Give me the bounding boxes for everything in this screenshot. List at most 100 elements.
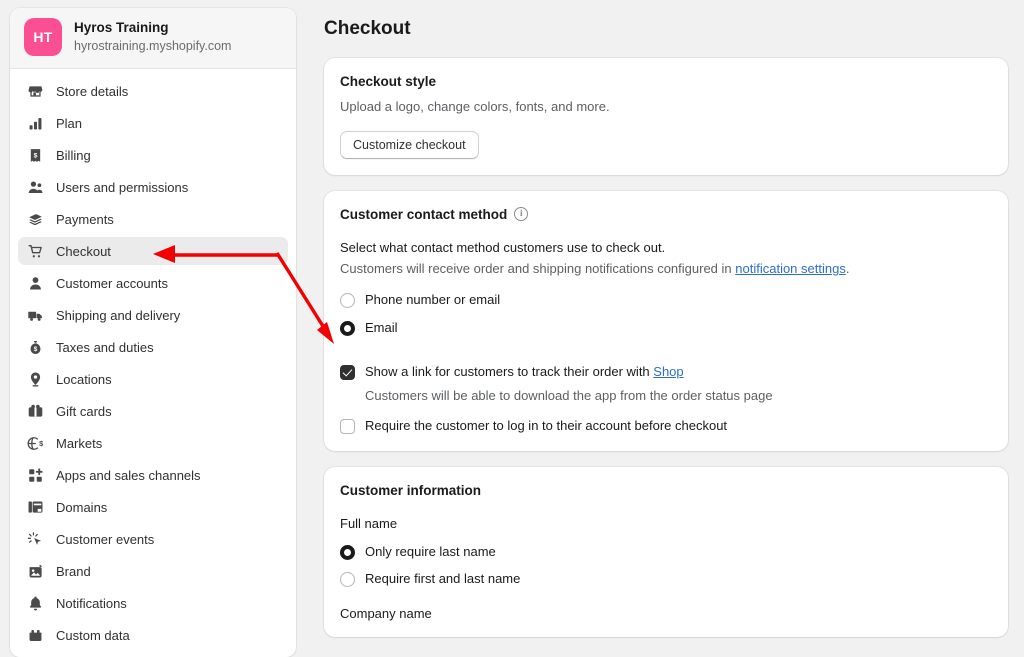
plan-icon [26,114,44,132]
billing-icon: $ [26,146,44,164]
cart-icon [26,242,44,260]
notification-settings-link[interactable]: notification settings [735,261,846,276]
sidebar-item-label: Apps and sales channels [56,467,201,483]
page-title: Checkout [324,18,411,39]
sidebar-item-customer-accounts[interactable]: Customer accounts [18,269,288,297]
store-icon [26,82,44,100]
store-domain: hyrostraining.myshopify.com [74,38,232,53]
sidebar-item-label: Shipping and delivery [56,307,181,323]
radio-first-and-last-name-label: Require first and last name [365,571,521,587]
globe-icon: $ [26,434,44,452]
radio-phone-or-email-indicator[interactable] [340,292,355,308]
sidebar-item-label: Domains [56,499,108,515]
checkbox-require-login[interactable]: Require the customer to log in to their … [340,418,992,435]
customer-information-title: Customer information [340,482,482,498]
main-content: Checkout Checkout style Upload a logo, c… [306,0,1024,657]
note-prefix: Customers will receive order and shippin… [340,261,736,277]
sidebar-item-label: Checkout [56,243,111,259]
sidebar-item-label: Payments [56,211,114,227]
sidebar-item-label: Locations [56,371,112,387]
sidebar-item-markets[interactable]: $ Markets [18,429,288,457]
sidebar-card: HT Hyros Training hyrostraining.myshopif… [10,8,296,657]
brand-image-icon [26,562,44,580]
sidebar-nav: Store details Plan $ Billing Users and p… [10,69,296,649]
checkout-style-card: Checkout style Upload a logo, change col… [324,58,1008,175]
store-name: Hyros Training [74,20,169,36]
location-pin-icon [26,370,44,388]
checkbox-require-login-indicator[interactable] [340,418,355,434]
sidebar-item-gift-cards[interactable]: Gift cards [18,397,288,425]
payments-icon [26,210,44,228]
checkbox-shop-tracking-link[interactable]: Show a link for customers to track their… [340,364,992,381]
customize-checkout-button[interactable]: Customize checkout [340,130,479,159]
contact-method-title: Customer contact method [340,206,508,222]
radio-only-last-name-label: Only require last name [365,543,496,559]
sidebar-item-label: Taxes and duties [56,339,154,355]
sidebar-item-plan[interactable]: Plan [18,109,288,137]
bell-icon [26,594,44,612]
radio-email[interactable]: Email [340,320,992,337]
custom-data-icon [26,626,44,644]
sidebar-item-apps-and-sales-channels[interactable]: Apps and sales channels [18,461,288,489]
checkbox-shop-tracking-text: Show a link for customers to track their… [365,363,654,379]
sidebar-item-label: Notifications [56,595,127,611]
sidebar-item-users-and-permissions[interactable]: Users and permissions [18,173,288,201]
shop-link[interactable]: Shop [653,364,683,379]
company-name-label: Company name [340,606,432,622]
sidebar-item-customer-events[interactable]: Customer events [18,525,288,553]
checkout-style-description: Upload a logo, change colors, fonts, and… [340,99,610,114]
sidebar-item-custom-data[interactable]: Custom data [18,621,288,649]
radio-only-last-name-indicator[interactable] [340,544,355,560]
sidebar-item-domains[interactable]: Domains [18,493,288,521]
radio-first-and-last-name[interactable]: Require first and last name [340,571,992,588]
sidebar-item-shipping-and-delivery[interactable]: Shipping and delivery [18,301,288,329]
radio-phone-or-email[interactable]: Phone number or email [340,292,992,309]
checkout-style-title: Checkout style [340,74,437,89]
sidebar-item-store-details[interactable]: Store details [18,77,288,105]
sidebar-item-label: Customer events [56,531,155,547]
sidebar-item-payments[interactable]: Payments [18,205,288,233]
checkbox-shop-tracking-help: Customers will be able to download the a… [365,387,773,403]
sidebar-item-label: Billing [56,147,91,163]
sidebar-item-locations[interactable]: Locations [18,365,288,393]
checkbox-shop-tracking-label: Show a link for customers to track their… [365,364,684,381]
radio-email-label: Email [365,319,398,335]
sidebar-item-checkout[interactable]: Checkout [18,237,288,265]
customer-events-icon [26,530,44,548]
sidebar-item-label: Users and permissions [56,179,189,195]
sidebar-item-taxes-and-duties[interactable]: $ Taxes and duties [18,333,288,361]
sidebar-item-label: Markets [56,435,103,451]
svg-text:$: $ [33,152,37,159]
full-name-label: Full name [340,515,398,531]
customer-contact-method-card: Customer contact method i Select what co… [324,190,1008,451]
store-header[interactable]: HT Hyros Training hyrostraining.myshopif… [10,8,296,69]
contact-method-title-row: Customer contact method i [340,207,992,222]
radio-first-and-last-name-indicator[interactable] [340,572,355,588]
svg-text:$: $ [39,439,43,448]
sidebar-item-brand[interactable]: Brand [18,557,288,585]
sidebar-item-label: Plan [56,115,83,131]
settings-sidebar: HT Hyros Training hyrostraining.myshopif… [0,0,306,657]
domains-icon [26,498,44,516]
checkbox-shop-tracking-indicator[interactable] [340,364,355,380]
store-meta: Hyros Training hyrostraining.myshopify.c… [74,20,231,53]
radio-email-indicator[interactable] [340,320,355,336]
sidebar-item-label: Brand [56,563,91,579]
truck-icon [26,306,44,324]
sidebar-item-label: Custom data [56,627,130,643]
sidebar-item-label: Customer accounts [56,275,168,291]
note-suffix: . [845,261,850,277]
taxes-icon: $ [26,338,44,356]
radio-only-last-name[interactable]: Only require last name [340,544,992,561]
sidebar-item-notifications[interactable]: Notifications [18,589,288,617]
contact-method-lead: Select what contact method customers use… [340,239,666,255]
sidebar-item-label: Gift cards [56,403,112,419]
sidebar-item-billing[interactable]: $ Billing [18,141,288,169]
sidebar-item-label: Store details [56,83,129,99]
users-icon [26,178,44,196]
apps-grid-icon [26,466,44,484]
info-icon[interactable]: i [514,207,529,222]
gift-card-icon [26,402,44,420]
settings-page: HT Hyros Training hyrostraining.myshopif… [0,0,1024,657]
radio-phone-or-email-label: Phone number or email [365,291,501,307]
